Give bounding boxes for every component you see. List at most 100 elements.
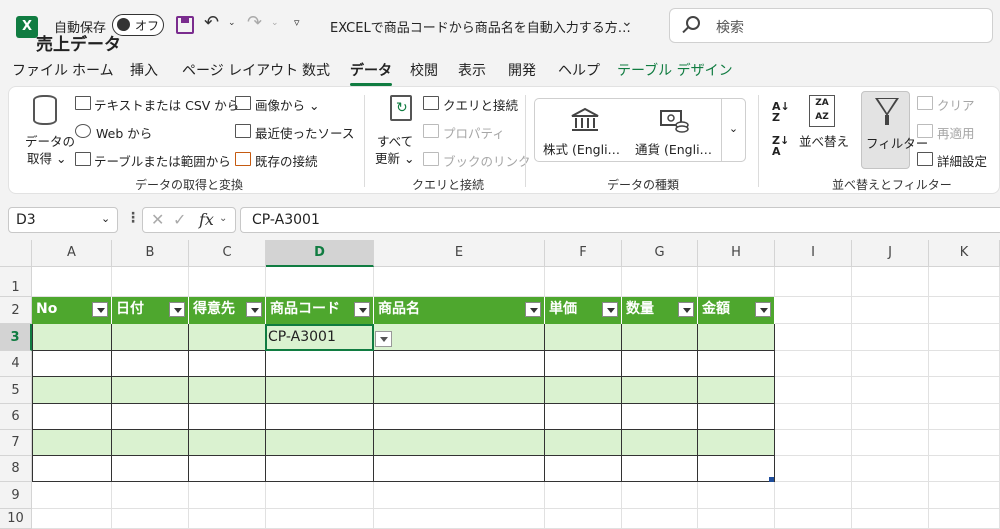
table-cell[interactable]: [189, 377, 266, 404]
table-cell[interactable]: [622, 430, 698, 456]
cell[interactable]: [775, 509, 852, 529]
cell[interactable]: [775, 377, 852, 404]
row-header-4[interactable]: 4: [0, 351, 32, 377]
from-image-button[interactable]: 画像から ⌄: [255, 95, 319, 114]
cell[interactable]: [189, 482, 266, 509]
cell[interactable]: [852, 456, 929, 482]
table-header-cell[interactable]: No: [32, 297, 112, 324]
table-cell[interactable]: [698, 456, 775, 482]
table-cell[interactable]: [112, 351, 189, 377]
table-cell[interactable]: [112, 456, 189, 482]
tab-formulas[interactable]: 数式: [302, 60, 330, 80]
table-cell[interactable]: [112, 430, 189, 456]
filter-dropdown-icon[interactable]: [169, 302, 185, 317]
sort-descending-icon[interactable]: Z↓ A: [772, 135, 789, 157]
table-cell[interactable]: [189, 351, 266, 377]
tab-file[interactable]: ファイル: [12, 60, 68, 80]
select-all-corner[interactable]: [0, 240, 32, 267]
cell[interactable]: [698, 509, 775, 529]
cell[interactable]: [929, 404, 1000, 430]
reapply-button[interactable]: 再適用: [937, 123, 975, 142]
cell[interactable]: [189, 267, 266, 297]
cell[interactable]: [929, 456, 1000, 482]
table-header-cell[interactable]: 日付: [112, 297, 189, 324]
tab-table-design[interactable]: テーブル デザイン: [617, 60, 733, 80]
tab-home[interactable]: ホーム: [72, 60, 114, 80]
table-cell[interactable]: [545, 324, 622, 351]
table-cell[interactable]: [622, 377, 698, 404]
currency-button[interactable]: 通貨 (Engli…: [635, 139, 712, 158]
cell[interactable]: [775, 297, 852, 324]
refresh-all-icon[interactable]: [390, 95, 412, 121]
currency-icon[interactable]: [659, 107, 689, 133]
cell[interactable]: [266, 482, 374, 509]
cell[interactable]: [852, 267, 929, 297]
column-header-e[interactable]: E: [374, 240, 545, 267]
stocks-button[interactable]: 株式 (Engli…: [543, 139, 620, 158]
cell[interactable]: [929, 324, 1000, 351]
column-header-g[interactable]: G: [622, 240, 698, 267]
cell[interactable]: [32, 509, 112, 529]
cell[interactable]: [929, 267, 1000, 297]
redo-icon[interactable]: ↷: [247, 12, 262, 33]
tab-review[interactable]: 校閲: [410, 60, 438, 80]
chevron-down-icon[interactable]: ⌄: [621, 14, 633, 30]
tab-data[interactable]: データ: [350, 60, 392, 86]
from-web-button[interactable]: Web から: [96, 123, 152, 142]
filter-dropdown-icon[interactable]: [354, 302, 370, 317]
cell[interactable]: [775, 430, 852, 456]
table-header-cell[interactable]: 金額: [698, 297, 775, 324]
table-cell[interactable]: [266, 456, 374, 482]
stocks-bank-icon[interactable]: [570, 107, 600, 133]
cell[interactable]: [929, 430, 1000, 456]
table-cell[interactable]: [374, 430, 545, 456]
tab-developer[interactable]: 開発: [508, 60, 536, 80]
cell[interactable]: [775, 324, 852, 351]
cell[interactable]: [929, 509, 1000, 529]
refresh-all-label-2[interactable]: 更新 ⌄: [375, 148, 414, 167]
table-cell[interactable]: [266, 404, 374, 430]
clear-button[interactable]: クリア: [937, 95, 975, 114]
table-cell[interactable]: [622, 351, 698, 377]
table-cell[interactable]: [374, 404, 545, 430]
cell[interactable]: [929, 377, 1000, 404]
filter-button[interactable]: フィルター: [861, 91, 928, 169]
table-cell[interactable]: [374, 324, 545, 351]
table-cell[interactable]: [32, 404, 112, 430]
cell[interactable]: [852, 509, 929, 529]
tab-insert[interactable]: 挿入: [130, 60, 158, 80]
cell[interactable]: [622, 482, 698, 509]
table-cell[interactable]: [189, 404, 266, 430]
table-cell[interactable]: [112, 404, 189, 430]
from-text-csv-button[interactable]: テキストまたは CSV から: [94, 95, 239, 114]
sort-icon[interactable]: ZA AZ: [809, 95, 835, 127]
cell[interactable]: [852, 482, 929, 509]
tab-page-layout[interactable]: ページ レイアウト: [182, 60, 298, 80]
cell[interactable]: [929, 482, 1000, 509]
table-cell[interactable]: [545, 456, 622, 482]
cell[interactable]: [374, 509, 545, 529]
more-data-types-icon[interactable]: ⌄: [721, 98, 746, 162]
table-cell[interactable]: [374, 377, 545, 404]
column-header-k[interactable]: K: [929, 240, 1000, 267]
cell[interactable]: [112, 267, 189, 297]
cell[interactable]: [929, 351, 1000, 377]
table-cell[interactable]: [698, 377, 775, 404]
cell[interactable]: [112, 482, 189, 509]
row-header-10[interactable]: 10: [0, 509, 32, 529]
table-header-cell[interactable]: 単価: [545, 297, 622, 324]
row-header-1[interactable]: 1: [0, 267, 32, 297]
table-cell[interactable]: [266, 430, 374, 456]
cell[interactable]: [775, 404, 852, 430]
cell[interactable]: [622, 267, 698, 297]
cell[interactable]: [112, 509, 189, 529]
cell[interactable]: [374, 482, 545, 509]
save-icon[interactable]: [176, 16, 194, 34]
column-header-h[interactable]: H: [698, 240, 775, 267]
properties-button[interactable]: プロパティ: [443, 123, 505, 142]
more-options-icon[interactable]: ⋮: [126, 210, 140, 226]
table-cell[interactable]: [266, 351, 374, 377]
table-header-cell[interactable]: 得意先: [189, 297, 266, 324]
table-cell[interactable]: [622, 404, 698, 430]
table-cell[interactable]: [189, 456, 266, 482]
